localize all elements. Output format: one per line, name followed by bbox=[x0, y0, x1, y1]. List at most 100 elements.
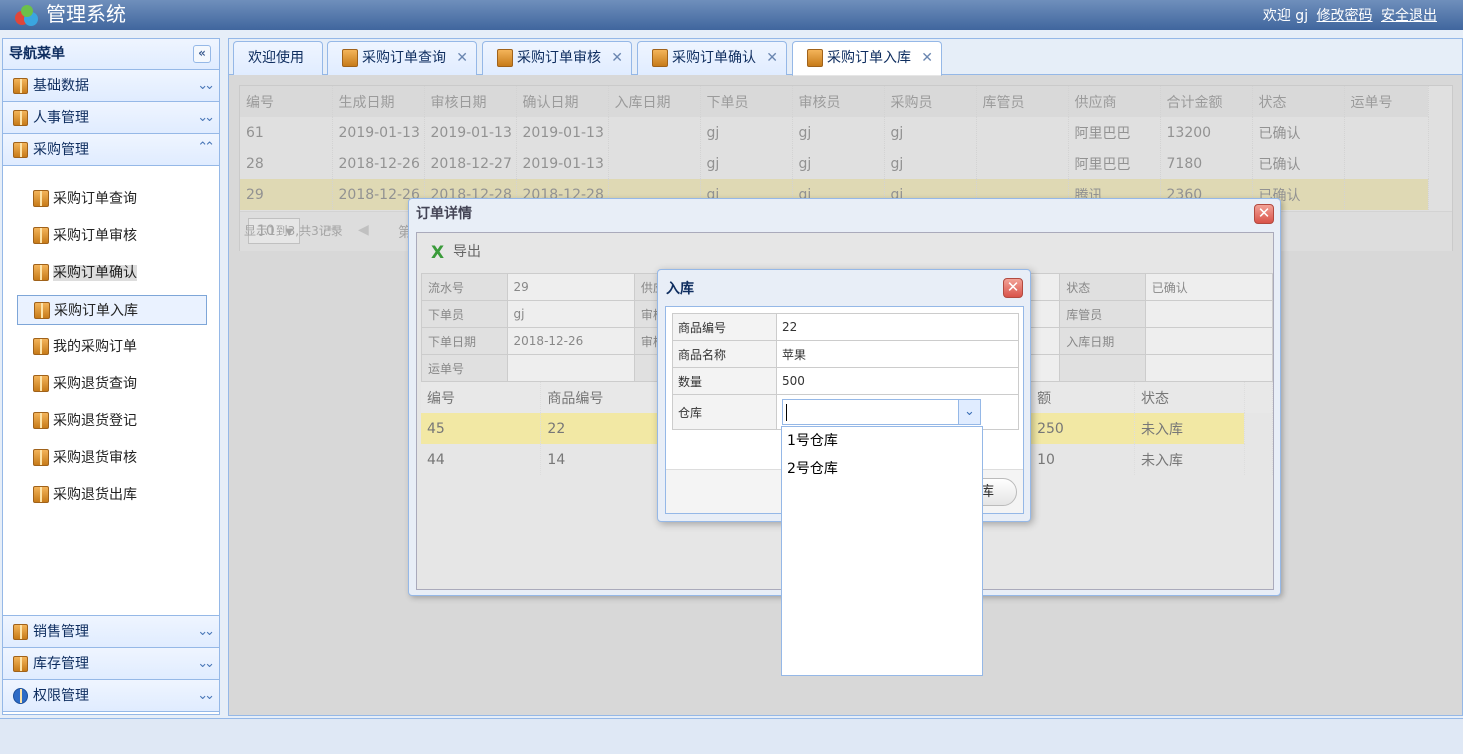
column-header[interactable]: 商品编号 bbox=[540, 382, 662, 413]
change-password-link[interactable]: 修改密码 bbox=[1317, 8, 1373, 24]
field-value: 29 bbox=[506, 273, 635, 301]
user-bar: 欢迎 gj 修改密码 安全退出 bbox=[1263, 5, 1437, 25]
cell: 22 bbox=[540, 413, 662, 444]
sidebar-item-my-orders[interactable]: 我的采购订单 bbox=[17, 332, 207, 362]
box-icon bbox=[33, 190, 49, 207]
cell: 250 bbox=[1030, 413, 1135, 444]
box-icon bbox=[33, 338, 49, 355]
app-header: 管理系统 欢迎 gj 修改密码 安全退出 bbox=[0, 0, 1463, 30]
close-tab-icon[interactable]: ✕ bbox=[921, 42, 933, 75]
close-tab-icon[interactable]: ✕ bbox=[456, 42, 468, 75]
sidebar-item-label: 采购订单审核 bbox=[53, 228, 137, 244]
text-caret bbox=[786, 404, 787, 421]
warehouse-cell: ⌄ bbox=[776, 394, 1019, 430]
sidebar-item-label: 采购订单查询 bbox=[53, 191, 137, 207]
field-value bbox=[1144, 354, 1274, 382]
column-header[interactable]: 状态 bbox=[1134, 382, 1245, 413]
column-header bbox=[1244, 382, 1274, 413]
sidebar-item-return-register[interactable]: 采购退货登记 bbox=[17, 406, 207, 436]
logout-link[interactable]: 安全退出 bbox=[1381, 8, 1437, 24]
excel-icon: X bbox=[431, 243, 445, 263]
box-icon bbox=[33, 264, 49, 281]
chevron-down-icon[interactable]: ⌄ bbox=[958, 400, 980, 424]
cell bbox=[1244, 413, 1274, 444]
tab-welcome[interactable]: 欢迎使用 bbox=[233, 41, 323, 75]
field-value: gj bbox=[506, 300, 635, 328]
accordion-label: 销售管理 bbox=[33, 624, 89, 640]
field-label: 下单日期 bbox=[421, 327, 508, 355]
box-icon bbox=[807, 49, 823, 67]
app-logo-icon bbox=[15, 5, 38, 26]
tab-label: 采购订单审核 bbox=[517, 50, 601, 66]
sidebar-item-label: 采购退货查询 bbox=[53, 376, 137, 392]
close-icon[interactable]: ✕ bbox=[1254, 204, 1274, 224]
welcome-text: 欢迎 gj bbox=[1262, 8, 1309, 24]
window-title: 订单详情 bbox=[416, 206, 472, 222]
field-label: 下单员 bbox=[421, 300, 508, 328]
accordion-purchase[interactable]: 采购管理 ⌃⌃ bbox=[3, 134, 219, 166]
field-value bbox=[1144, 327, 1274, 355]
quantity-value: 500 bbox=[776, 367, 1019, 395]
close-icon[interactable]: ✕ bbox=[1003, 278, 1023, 298]
sidebar-item-return-out[interactable]: 采购退货出库 bbox=[17, 480, 207, 510]
chevron-double-down-icon: ⌄⌄ bbox=[197, 624, 215, 639]
product-code-value: 22 bbox=[776, 313, 1019, 341]
sidebar-item-order-stockin[interactable]: 采购订单入库 bbox=[17, 295, 207, 325]
tab-order-stockin[interactable]: 采购订单入库 ✕ bbox=[792, 41, 942, 76]
accordion-hr[interactable]: 人事管理 ⌄⌄ bbox=[3, 102, 219, 134]
box-icon bbox=[33, 227, 49, 244]
accordion-inventory[interactable]: 库存管理 ⌄⌄ bbox=[3, 648, 219, 680]
tab-bar: 欢迎使用 采购订单查询 ✕ 采购订单审核 ✕ 采购订单确认 ✕ 采购订单入库 ✕ bbox=[229, 39, 1462, 76]
sidebar-title: 导航菜单 bbox=[9, 46, 65, 62]
accordion-permission[interactable]: 权限管理 ⌄⌄ bbox=[3, 680, 219, 712]
warehouse-option[interactable]: 2号仓库 bbox=[782, 455, 982, 483]
box-icon bbox=[33, 375, 49, 392]
chevron-double-down-icon: ⌄⌄ bbox=[197, 656, 215, 671]
export-button[interactable]: X 导出 bbox=[431, 241, 481, 263]
box-icon bbox=[33, 449, 49, 466]
sidebar-item-return-audit[interactable]: 采购退货审核 bbox=[17, 443, 207, 473]
sidebar-item-label: 采购订单入库 bbox=[54, 303, 138, 319]
warehouse-combobox[interactable]: ⌄ bbox=[782, 399, 981, 425]
sidebar-item-return-query[interactable]: 采购退货查询 bbox=[17, 369, 207, 399]
field-label: 仓库 bbox=[672, 394, 777, 430]
accordion-label: 人事管理 bbox=[33, 110, 89, 126]
cell: 未入库 bbox=[1134, 444, 1245, 475]
sidebar-item-order-confirm[interactable]: 采购订单确认 bbox=[17, 258, 207, 288]
sidebar-item-order-audit[interactable]: 采购订单审核 bbox=[17, 221, 207, 251]
tab-order-audit[interactable]: 采购订单审核 ✕ bbox=[482, 41, 632, 75]
close-tab-icon[interactable]: ✕ bbox=[611, 42, 623, 75]
close-tab-icon[interactable]: ✕ bbox=[766, 42, 778, 75]
box-icon bbox=[652, 49, 668, 67]
chevron-double-up-icon: ⌃⌃ bbox=[197, 140, 215, 155]
field-label: 状态 bbox=[1059, 273, 1146, 301]
field-label bbox=[1059, 354, 1146, 382]
stockin-form-table: 商品编号 22 商品名称 苹果 数量 500 仓库 ⌄ bbox=[672, 313, 1019, 430]
field-label: 运单号 bbox=[421, 354, 508, 382]
field-value bbox=[1144, 300, 1274, 328]
warehouse-option[interactable]: 1号仓库 bbox=[782, 427, 982, 455]
cell: 45 bbox=[421, 413, 542, 444]
accordion-basic-data[interactable]: 基础数据 ⌄⌄ bbox=[3, 70, 219, 102]
cell: 10 bbox=[1030, 444, 1135, 475]
tab-label: 采购订单查询 bbox=[362, 50, 446, 66]
box-icon bbox=[342, 49, 358, 67]
field-label: 入库日期 bbox=[1059, 327, 1146, 355]
tab-order-query[interactable]: 采购订单查询 ✕ bbox=[327, 41, 477, 75]
box-icon bbox=[34, 302, 50, 319]
box-icon bbox=[33, 412, 49, 429]
column-header[interactable]: 额 bbox=[1030, 382, 1135, 413]
box-icon bbox=[13, 656, 28, 672]
tab-order-confirm[interactable]: 采购订单确认 ✕ bbox=[637, 41, 787, 75]
box-icon bbox=[33, 486, 49, 503]
sidebar: 导航菜单 « 基础数据 ⌄⌄ 人事管理 ⌄⌄ 采购管理 ⌃⌃ 采购订单查询 采购订单审… bbox=[2, 38, 220, 715]
tab-label: 欢迎使用 bbox=[248, 50, 304, 66]
column-header[interactable]: 编号 bbox=[421, 382, 542, 413]
purchase-submenu: 采购订单查询 采购订单审核 采购订单确认 采购订单入库 我的采购订单 采购退货查… bbox=[3, 166, 219, 616]
accordion-sales[interactable]: 销售管理 ⌄⌄ bbox=[3, 616, 219, 648]
cell bbox=[1244, 444, 1274, 475]
sidebar-item-label: 采购退货审核 bbox=[53, 450, 137, 466]
sidebar-item-order-query[interactable]: 采购订单查询 bbox=[17, 184, 207, 214]
field-value bbox=[506, 354, 635, 382]
collapse-sidebar-icon[interactable]: « bbox=[193, 45, 211, 63]
